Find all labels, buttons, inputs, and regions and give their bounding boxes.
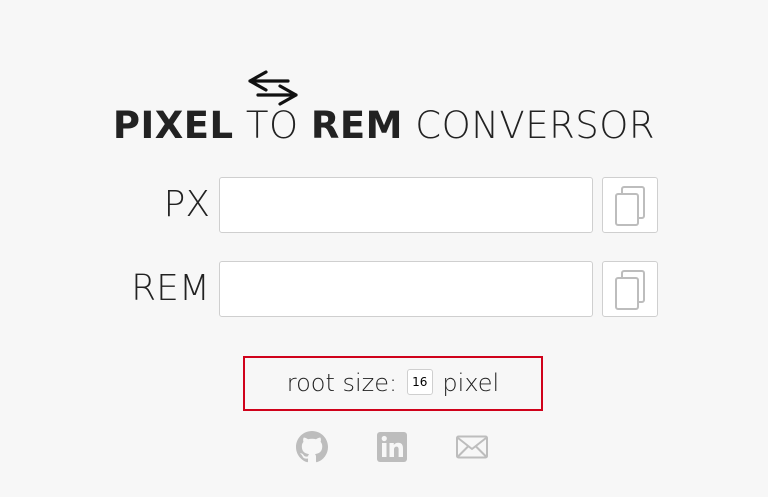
px-input[interactable] [219,177,593,233]
title-pixel: PIXEL [112,104,234,147]
rem-input[interactable] [219,261,593,317]
title-to: TO [233,104,311,147]
px-label: PX [163,184,210,225]
swap-arrows-icon [248,70,298,106]
root-size-box: root size: pixel [243,356,543,411]
rem-label: REM [131,268,210,309]
root-size-input[interactable] [406,369,433,395]
root-size-suffix: pixel [442,369,500,397]
root-size-prefix: root size: [286,369,398,397]
title-conversor: CONVERSOR [402,104,656,147]
copy-icon [615,270,645,310]
github-link[interactable] [294,430,330,464]
linkedin-icon [377,432,407,462]
mail-icon [456,435,488,459]
copy-rem-button[interactable] [602,261,658,317]
linkedin-link[interactable] [374,430,410,464]
copy-icon [615,186,645,226]
github-icon [296,431,328,463]
title-rem: REM [310,104,403,147]
mail-link[interactable] [454,430,490,464]
page-title: PIXEL TO REM CONVERSOR [0,104,768,147]
copy-px-button[interactable] [602,177,658,233]
